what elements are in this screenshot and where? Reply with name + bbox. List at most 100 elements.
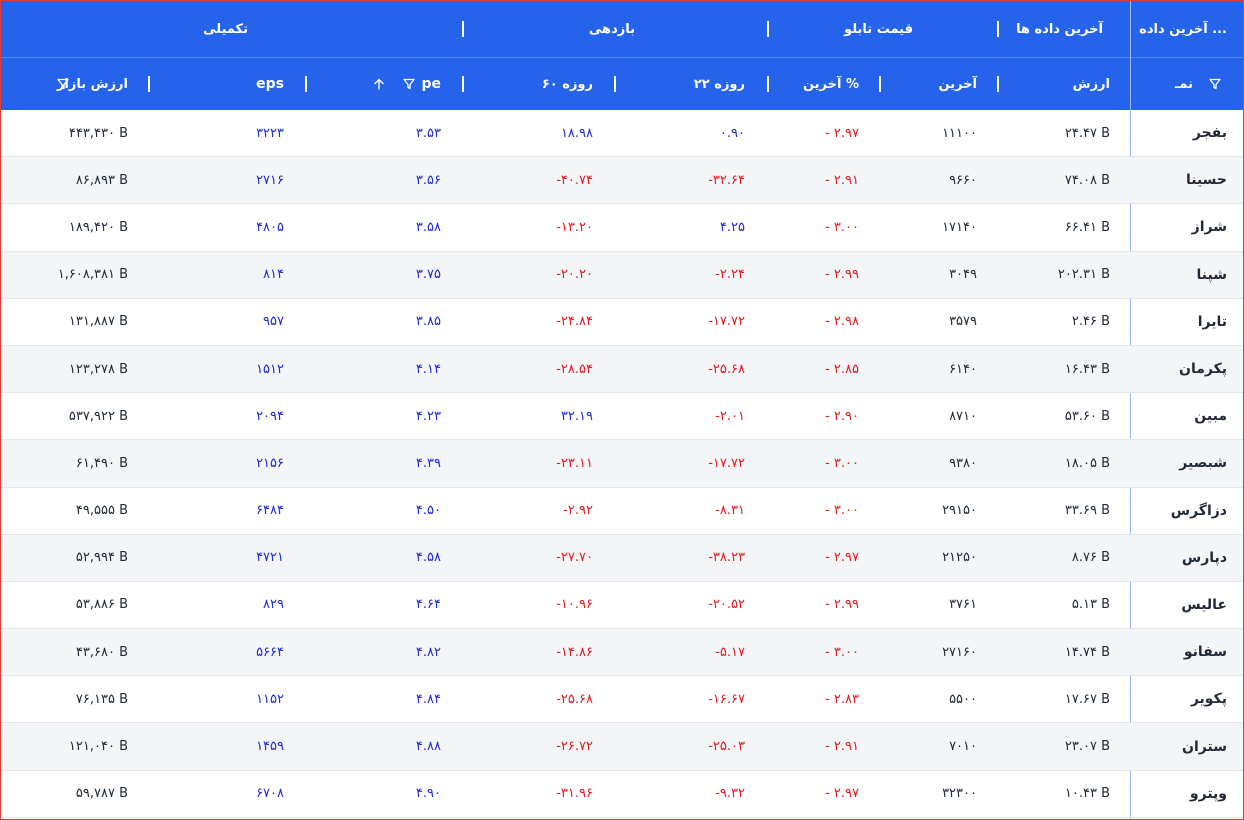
cell-symbol[interactable]: حسینا bbox=[1186, 157, 1227, 203]
cell-symbol[interactable]: بفجر bbox=[1193, 110, 1227, 156]
symbol-filter-icon[interactable] bbox=[1205, 58, 1225, 110]
cell-eps: ۱۱۵۲ bbox=[256, 691, 284, 707]
cell-60-day: -۲۷.۷۰ bbox=[556, 550, 593, 566]
group-header-latest-datas[interactable]: آخرین داده ها bbox=[1016, 1, 1103, 57]
header-divider bbox=[879, 76, 881, 92]
cell-22-day: -۱۷.۷۲ bbox=[708, 455, 745, 471]
cell-last: ۳۲۳۰۰ bbox=[942, 786, 977, 802]
cell-last-pct: - ۲.۹۷ bbox=[825, 786, 859, 802]
cell-symbol[interactable]: شراز bbox=[1192, 204, 1227, 250]
cell-60-day: -۱۰.۹۶ bbox=[556, 597, 593, 613]
header-divider bbox=[305, 76, 307, 92]
cell-symbol[interactable]: تایرا bbox=[1198, 299, 1227, 345]
cell-60-day: -۱۴.۸۶ bbox=[556, 644, 593, 660]
column-header-value[interactable]: ارزش bbox=[1073, 58, 1110, 110]
cell-symbol[interactable]: عالیس bbox=[1181, 582, 1227, 628]
cell-value: ۱۰.۴۳ B bbox=[1064, 786, 1110, 802]
market-cap-filter-icon[interactable] bbox=[53, 58, 73, 110]
cell-pe: ۴.۸۸ bbox=[415, 739, 441, 755]
cell-symbol[interactable]: وپترو bbox=[1190, 771, 1227, 817]
cell-last: ۸۷۱۰ bbox=[949, 408, 977, 424]
cell-symbol[interactable]: ستران bbox=[1182, 723, 1227, 769]
cell-value: ۵.۱۳ B bbox=[1071, 597, 1110, 613]
cell-last-pct: - ۲.۹۷ bbox=[825, 125, 859, 141]
cell-eps: ۱۵۱۲ bbox=[256, 361, 284, 377]
cell-market-cap: ۵۳۷,۹۲۲ B bbox=[68, 408, 128, 424]
cell-value: ۲.۴۶ B bbox=[1071, 314, 1110, 330]
cell-symbol[interactable]: شپنا bbox=[1197, 252, 1227, 298]
cell-last: ۱۷۱۴۰ bbox=[942, 219, 977, 235]
column-header-last[interactable]: آخرین bbox=[939, 58, 978, 110]
table-row[interactable]: تایرا ۲.۴۶ B ۳۵۷۹ - ۲.۹۸ -۱۷.۷۲ -۲۴.۸۴ ۳… bbox=[1, 299, 1243, 346]
column-header-eps[interactable]: eps bbox=[256, 58, 284, 110]
table-row[interactable]: پکرمان ۱۶.۴۳ B ۶۱۴۰ - ۲.۸۵ -۲۵.۶۸ -۲۸.۵۴… bbox=[1, 345, 1243, 394]
cell-symbol[interactable]: پکرمان bbox=[1179, 346, 1227, 392]
column-header-pe[interactable]: pe bbox=[421, 58, 441, 110]
cell-22-day: -۳۸.۲۳ bbox=[708, 550, 745, 566]
pe-filter-icon[interactable] bbox=[399, 58, 419, 110]
group-header-board-price[interactable]: قیمت تابلو bbox=[844, 1, 913, 57]
column-header-last-pct[interactable]: آخرین % bbox=[803, 58, 859, 110]
cell-value: ۱۴.۷۴ B bbox=[1064, 644, 1110, 660]
cell-symbol[interactable]: شبصیر bbox=[1179, 440, 1227, 486]
column-header-22-day[interactable]: ۲۲ روزه bbox=[694, 58, 745, 110]
cell-symbol[interactable]: سفانو bbox=[1184, 629, 1227, 675]
table-row[interactable]: پکویر ۱۷.۶۷ B ۵۵۰۰ - ۲.۸۳ -۱۶.۶۷ -۲۵.۶۸ … bbox=[1, 676, 1243, 724]
table-row[interactable]: ستران ۲۳.۰۷ B ۷۰۱۰ - ۲.۹۱ -۲۵.۰۳ -۲۶.۷۲ … bbox=[1, 723, 1243, 771]
header-divider bbox=[767, 21, 769, 37]
cell-symbol[interactable]: مبین bbox=[1194, 393, 1227, 439]
table-row[interactable]: دزاگرس ۳۳.۶۹ B ۲۹۱۵۰ - ۳.۰۰ -۸.۳۱ -۲.۹۲ … bbox=[1, 488, 1243, 535]
cell-22-day: -۸.۳۱ bbox=[715, 503, 745, 519]
table-row[interactable]: شراز ۶۶.۴۱ B ۱۷۱۴۰ - ۳.۰۰ ۴.۲۵ -۱۳.۲۰ ۳.… bbox=[1, 204, 1243, 252]
cell-pe: ۴.۶۴ bbox=[415, 597, 441, 613]
cell-22-day: -۵.۱۷ bbox=[715, 644, 745, 660]
cell-pe: ۳.۷۵ bbox=[415, 267, 441, 283]
cell-last: ۹۶۶۰ bbox=[949, 172, 977, 188]
cell-market-cap: ۸۶,۸۹۳ B bbox=[75, 172, 128, 188]
cell-pe: ۴.۲۳ bbox=[415, 408, 441, 424]
cell-symbol[interactable]: دزاگرس bbox=[1171, 488, 1227, 534]
sort-up-arrow-icon[interactable] bbox=[369, 58, 389, 110]
table-row[interactable]: دپارس ۸.۷۶ B ۲۱۲۵۰ - ۲.۹۷ -۳۸.۲۳ -۲۷.۷۰ … bbox=[1, 534, 1243, 582]
cell-symbol[interactable]: دپارس bbox=[1182, 535, 1227, 581]
cell-60-day: -۲۰.۲۰ bbox=[556, 267, 593, 283]
header-divider bbox=[462, 76, 464, 92]
cell-last-pct: - ۲.۸۳ bbox=[825, 691, 859, 707]
cell-market-cap: ۵۳,۸۸۶ B bbox=[75, 597, 128, 613]
cell-pe: ۳.۵۳ bbox=[415, 125, 441, 141]
cell-22-day: -۲۵.۶۸ bbox=[708, 361, 745, 377]
column-header-symbol[interactable]: نمـ bbox=[1175, 58, 1193, 110]
cell-last: ۶۱۴۰ bbox=[949, 361, 977, 377]
cell-last-pct: - ۳.۰۰ bbox=[825, 455, 859, 471]
cell-60-day: -۳۱.۹۶ bbox=[556, 786, 593, 802]
table-row[interactable]: شبصیر ۱۸.۰۵ B ۹۳۸۰ - ۳.۰۰ -۱۷.۷۲ -۲۳.۱۱ … bbox=[1, 440, 1243, 488]
cell-last: ۲۱۲۵۰ bbox=[942, 550, 977, 566]
cell-market-cap: ۴۳,۶۸۰ B bbox=[75, 644, 128, 660]
table-row[interactable]: مبین ۵۳.۶۰ B ۸۷۱۰ - ۲.۹۰ -۲.۰۱ ۳۲.۱۹ ۴.۲… bbox=[1, 393, 1243, 441]
cell-market-cap: ۱,۶۰۸,۳۸۱ B bbox=[57, 267, 128, 283]
cell-market-cap: ۵۲,۹۹۴ B bbox=[75, 550, 128, 566]
table-row[interactable]: حسینا ۷۴.۰۸ B ۹۶۶۰ - ۲.۹۱ -۳۲.۶۴ -۴۰.۷۴ … bbox=[1, 157, 1243, 205]
table-row[interactable]: عالیس ۵.۱۳ B ۳۷۶۱ - ۲.۹۹ -۲۰.۵۲ -۱۰.۹۶ ۴… bbox=[1, 582, 1243, 630]
group-header-latest-data[interactable]: آخرین داده ... bbox=[1139, 1, 1227, 57]
group-header-returns[interactable]: بازدهی bbox=[589, 1, 635, 57]
group-header-supplementary[interactable]: تکمیلی bbox=[203, 1, 248, 57]
table-row[interactable]: شپنا ۲۰۲.۳۱ B ۳۰۴۹ - ۲.۹۹ -۲.۲۴ -۲۰.۲۰ ۳… bbox=[1, 251, 1243, 299]
cell-pe: ۴.۹۰ bbox=[415, 786, 441, 802]
group-header-bar: آخرین داده ... آخرین داده ها قیمت تابلو … bbox=[1, 1, 1243, 57]
column-header-60-day[interactable]: ۶۰ روزه bbox=[542, 58, 593, 110]
table-row[interactable]: بفجر ۲۴.۴۷ B ۱۱۱۰۰ - ۲.۹۷ ۰.۹۰ ۱۸.۹۸ ۳.۵… bbox=[1, 110, 1243, 158]
cell-pe: ۴.۵۰ bbox=[415, 503, 441, 519]
cell-eps: ۲۱۵۶ bbox=[256, 455, 284, 471]
cell-last-pct: - ۲.۹۷ bbox=[825, 550, 859, 566]
cell-pe: ۴.۵۸ bbox=[415, 550, 441, 566]
cell-market-cap: ۷۶,۱۳۵ B bbox=[75, 691, 128, 707]
table-row[interactable]: وپترو ۱۰.۴۳ B ۳۲۳۰۰ - ۲.۹۷ -۹.۳۲ -۳۱.۹۶ … bbox=[1, 771, 1243, 818]
cell-60-day: ۳۲.۱۹ bbox=[560, 408, 593, 424]
cell-last-pct: - ۲.۹۹ bbox=[825, 267, 859, 283]
cell-symbol[interactable]: پکویر bbox=[1191, 676, 1227, 722]
cell-last-pct: - ۳.۰۰ bbox=[825, 644, 859, 660]
table-row[interactable]: سفانو ۱۴.۷۴ B ۲۷۱۶۰ - ۳.۰۰ -۵.۱۷ -۱۴.۸۶ … bbox=[1, 629, 1243, 677]
cell-eps: ۶۴۸۴ bbox=[256, 503, 284, 519]
cell-eps: ۸۲۹ bbox=[263, 597, 284, 613]
